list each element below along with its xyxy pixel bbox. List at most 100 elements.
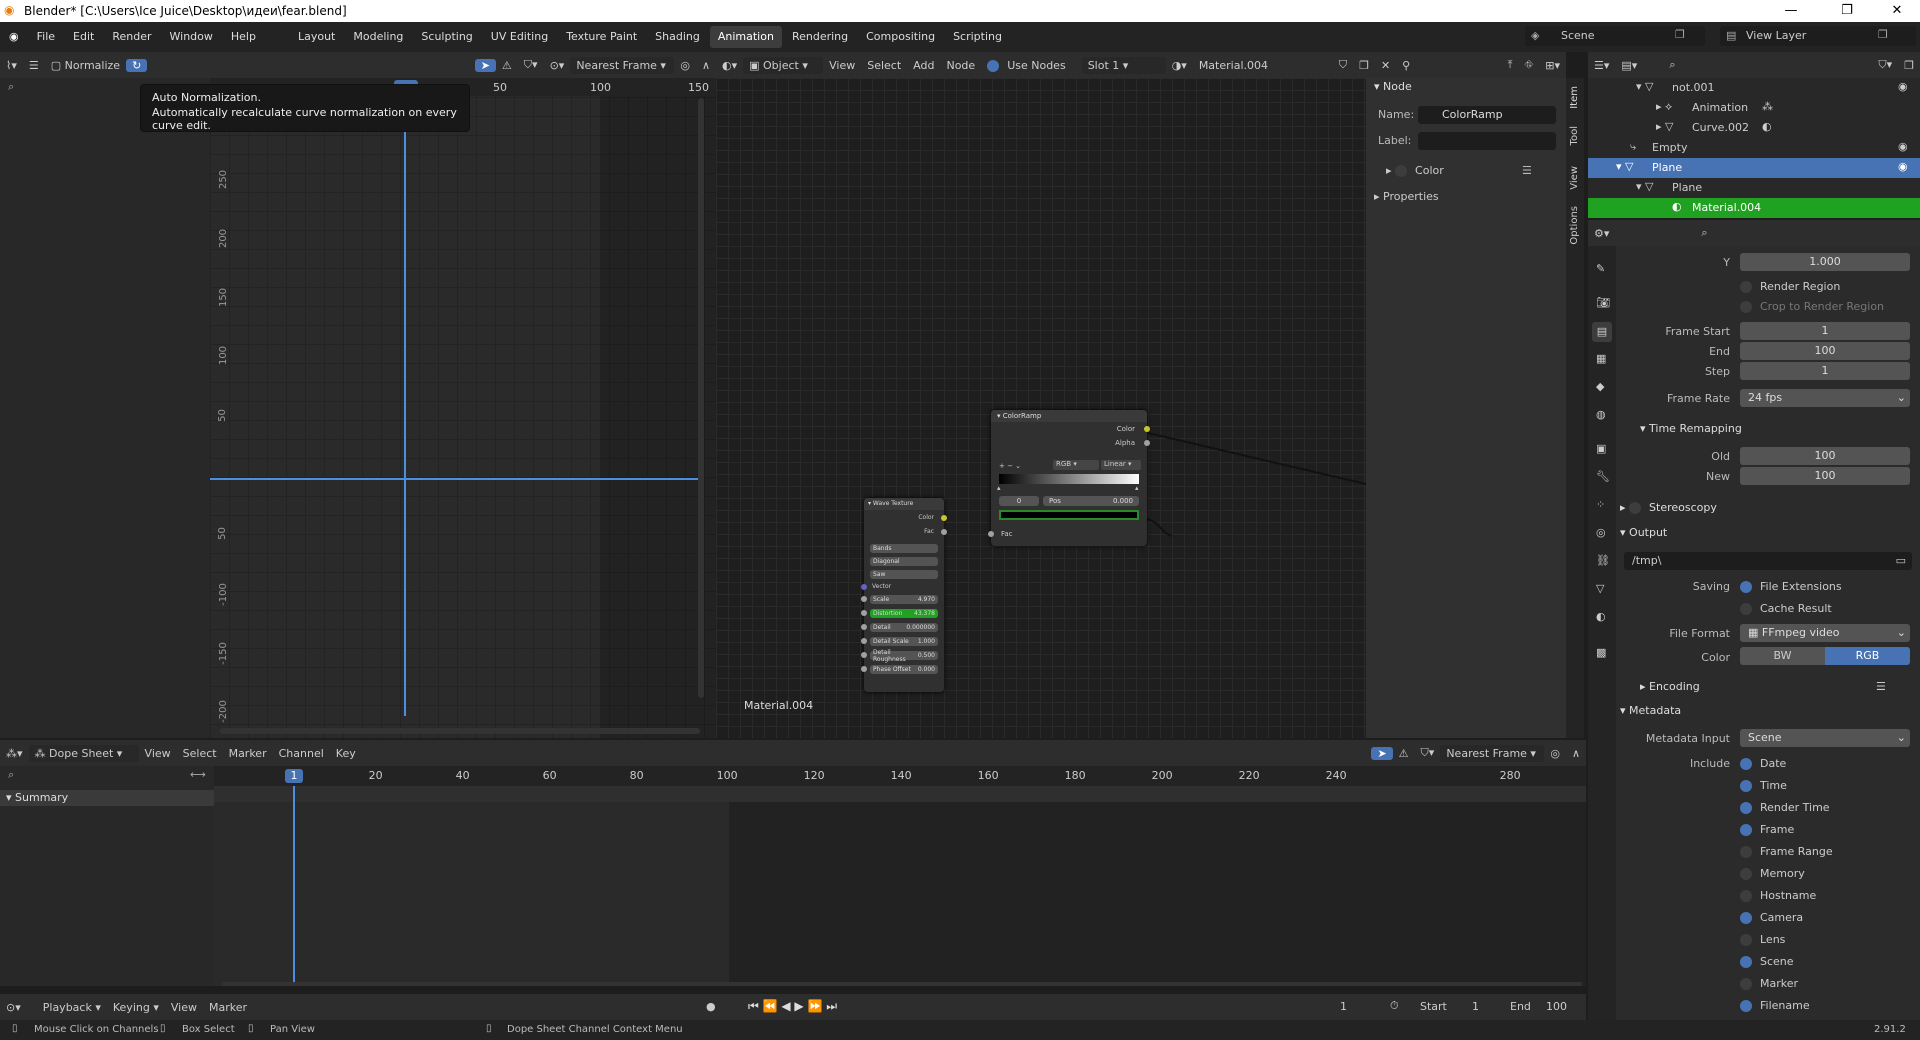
- list-icon[interactable]: ☰: [1876, 680, 1886, 693]
- interp-dropdown[interactable]: Linear ▾: [1101, 460, 1141, 470]
- dope-snap-dropdown[interactable]: Nearest Frame ▾: [1440, 744, 1545, 762]
- dope-menu-view[interactable]: View: [139, 747, 177, 760]
- select-tool-icon[interactable]: ➤: [474, 58, 496, 72]
- playhead-line[interactable]: [404, 96, 406, 716]
- select-tool-icon[interactable]: ➤: [1371, 746, 1393, 760]
- crop-checkbox[interactable]: Crop to Render Region: [1740, 300, 1884, 313]
- wave-field-distortion[interactable]: Distortion 43.378: [870, 609, 938, 618]
- falloff-icon[interactable]: ∧: [696, 59, 716, 72]
- wave-field-detail-scale[interactable]: Detail Scale 1.000: [870, 637, 938, 646]
- outliner-row[interactable]: ▸ ▽ Curve.002 ◐: [1588, 118, 1920, 138]
- metadata-input-dropdown[interactable]: Scene ⌄: [1740, 729, 1910, 747]
- dope-menu-select[interactable]: Select: [177, 747, 223, 760]
- cache-result-checkbox[interactable]: Cache Result: [1740, 602, 1832, 615]
- search-icon[interactable]: ⌕: [8, 768, 14, 782]
- menu-window[interactable]: Window: [161, 22, 222, 52]
- vector-socket[interactable]: [861, 584, 867, 590]
- tab-tool[interactable]: Tool: [1569, 126, 1580, 145]
- record-icon[interactable]: ●: [706, 1000, 716, 1013]
- list-icon[interactable]: ☰: [1522, 164, 1532, 177]
- tab-compositing[interactable]: Compositing: [858, 26, 943, 48]
- wave-profile-dropdown[interactable]: Saw: [870, 570, 938, 579]
- duplicate-material-icon[interactable]: ❐: [1353, 59, 1375, 72]
- metadata-camera-checkbox[interactable]: Camera: [1740, 911, 1803, 924]
- visibility-eye-icon[interactable]: ◉: [1898, 140, 1908, 153]
- node-label-field[interactable]: [1418, 132, 1556, 150]
- tab-item[interactable]: Item: [1569, 86, 1580, 109]
- wave-field-scale[interactable]: Scale 4.970: [870, 595, 938, 604]
- encoding-panel[interactable]: ▸ Encoding: [1640, 680, 1700, 693]
- end-frame-field[interactable]: 100: [1546, 1000, 1567, 1013]
- view-layer-selector[interactable]: ▤ View Layer ❐: [1720, 26, 1916, 46]
- metadata-memory-checkbox[interactable]: Memory: [1740, 867, 1805, 880]
- search-icon[interactable]: ⌕: [1695, 226, 1713, 240]
- node-menu-add[interactable]: Add: [907, 59, 940, 72]
- node-menu-view[interactable]: View: [823, 59, 861, 72]
- slot-dropdown[interactable]: Slot 1 ▾: [1081, 56, 1166, 74]
- use-nodes-checkbox[interactable]: Use Nodes: [981, 59, 1072, 72]
- dope-menu-key[interactable]: Key: [330, 747, 362, 760]
- tab-sculpting[interactable]: Sculpting: [413, 26, 480, 48]
- proportional-edit-icon[interactable]: ◎: [1544, 747, 1566, 760]
- material-browse-icon[interactable]: ◑▾: [1166, 59, 1193, 72]
- fake-user-icon[interactable]: ⛉: [1333, 58, 1353, 72]
- remap-new-field[interactable]: 100: [1740, 467, 1910, 485]
- filter-icon[interactable]: ⛉▾: [1872, 58, 1898, 72]
- playback-controls[interactable]: ⏮ ⏪ ◀ ▶ ⏩ ⏭: [748, 999, 837, 1014]
- unlink-material-icon[interactable]: ✕: [1375, 59, 1396, 72]
- editor-type-icon[interactable]: ⌇▾: [0, 59, 23, 72]
- metadata-scene-checkbox[interactable]: Scene: [1740, 955, 1794, 968]
- tab-options[interactable]: Options: [1569, 206, 1580, 245]
- color-subpanel[interactable]: ▸ Color: [1386, 164, 1444, 177]
- input-socket[interactable]: [861, 624, 867, 630]
- outliner-row[interactable]: ⤷ Empty ◉: [1588, 138, 1920, 158]
- normalize-toggle[interactable]: ▢ Normalize: [45, 59, 126, 72]
- colorramp-header[interactable]: ▾ ColorRamp: [991, 410, 1147, 422]
- color-bw-button[interactable]: BW: [1740, 647, 1825, 665]
- node-menu-select[interactable]: Select: [861, 59, 907, 72]
- filter-icon[interactable]: ⛉▾: [518, 58, 544, 72]
- stop-color-swatch[interactable]: [999, 510, 1139, 520]
- search-icon[interactable]: ⌕: [1663, 58, 1681, 72]
- node-panel-header[interactable]: ▾ Node: [1374, 80, 1412, 93]
- output-panel[interactable]: ▾ Output: [1620, 526, 1667, 539]
- tab-layout[interactable]: Layout: [290, 26, 343, 48]
- node-name-field[interactable]: ColorRamp: [1418, 106, 1556, 124]
- menu-help[interactable]: Help: [222, 22, 265, 52]
- metadata-filename-checkbox[interactable]: Filename: [1740, 999, 1810, 1012]
- cursor-y-line[interactable]: [210, 478, 700, 480]
- editor-type-icon[interactable]: ◐▾: [716, 59, 743, 72]
- hamburger-menu-icon[interactable]: ☰: [23, 59, 45, 72]
- output-color-socket[interactable]: [1144, 426, 1150, 432]
- resolution-y-field[interactable]: 1.000: [1740, 253, 1910, 271]
- input-socket[interactable]: [861, 638, 867, 644]
- overlay-icon[interactable]: ⊞▾: [1539, 59, 1566, 72]
- wave-field-detail[interactable]: Detail 0.000000: [870, 623, 938, 632]
- metadata-hostname-checkbox[interactable]: Hostname: [1740, 889, 1816, 902]
- stop-index-field[interactable]: 0: [999, 496, 1039, 506]
- falloff-icon[interactable]: ∧: [1566, 747, 1586, 760]
- input-socket[interactable]: [861, 596, 867, 602]
- wave-header[interactable]: ▾ Wave Texture: [864, 498, 944, 510]
- proportional-icon[interactable]: ⚠: [1393, 747, 1415, 760]
- frame-rate-dropdown[interactable]: 24 fps ⌄: [1740, 389, 1910, 407]
- metadata-lens-checkbox[interactable]: Lens: [1740, 933, 1785, 946]
- stop-handle-black[interactable]: ▴: [997, 484, 1001, 492]
- editor-type-icon[interactable]: ⁂▾: [0, 747, 29, 760]
- dope-menu-marker[interactable]: Marker: [223, 747, 273, 760]
- current-frame-field[interactable]: 1: [1340, 1000, 1347, 1013]
- world-tab-icon[interactable]: ◍: [1596, 408, 1606, 421]
- search-icon[interactable]: ⌕: [8, 80, 14, 94]
- metadata-frame-range-checkbox[interactable]: Frame Range: [1740, 845, 1833, 858]
- auto-normalize-icon[interactable]: ↻: [126, 58, 148, 72]
- filter-icon[interactable]: ⛉▾: [1415, 746, 1441, 760]
- particles-tab-icon[interactable]: ⁘: [1596, 498, 1605, 511]
- wave-type-dropdown[interactable]: Bands: [870, 544, 938, 553]
- time-remapping-panel[interactable]: ▾ Time Remapping: [1640, 422, 1742, 435]
- editor-type-icon[interactable]: ⊙▾: [0, 1001, 27, 1014]
- scene-selector[interactable]: ◈ Scene ❐: [1525, 26, 1705, 46]
- minimize-button[interactable]: —: [1768, 0, 1814, 22]
- menu-render[interactable]: Render: [103, 22, 160, 52]
- current-frame-indicator[interactable]: 1: [285, 769, 303, 783]
- graph-vscrollbar[interactable]: [698, 98, 704, 698]
